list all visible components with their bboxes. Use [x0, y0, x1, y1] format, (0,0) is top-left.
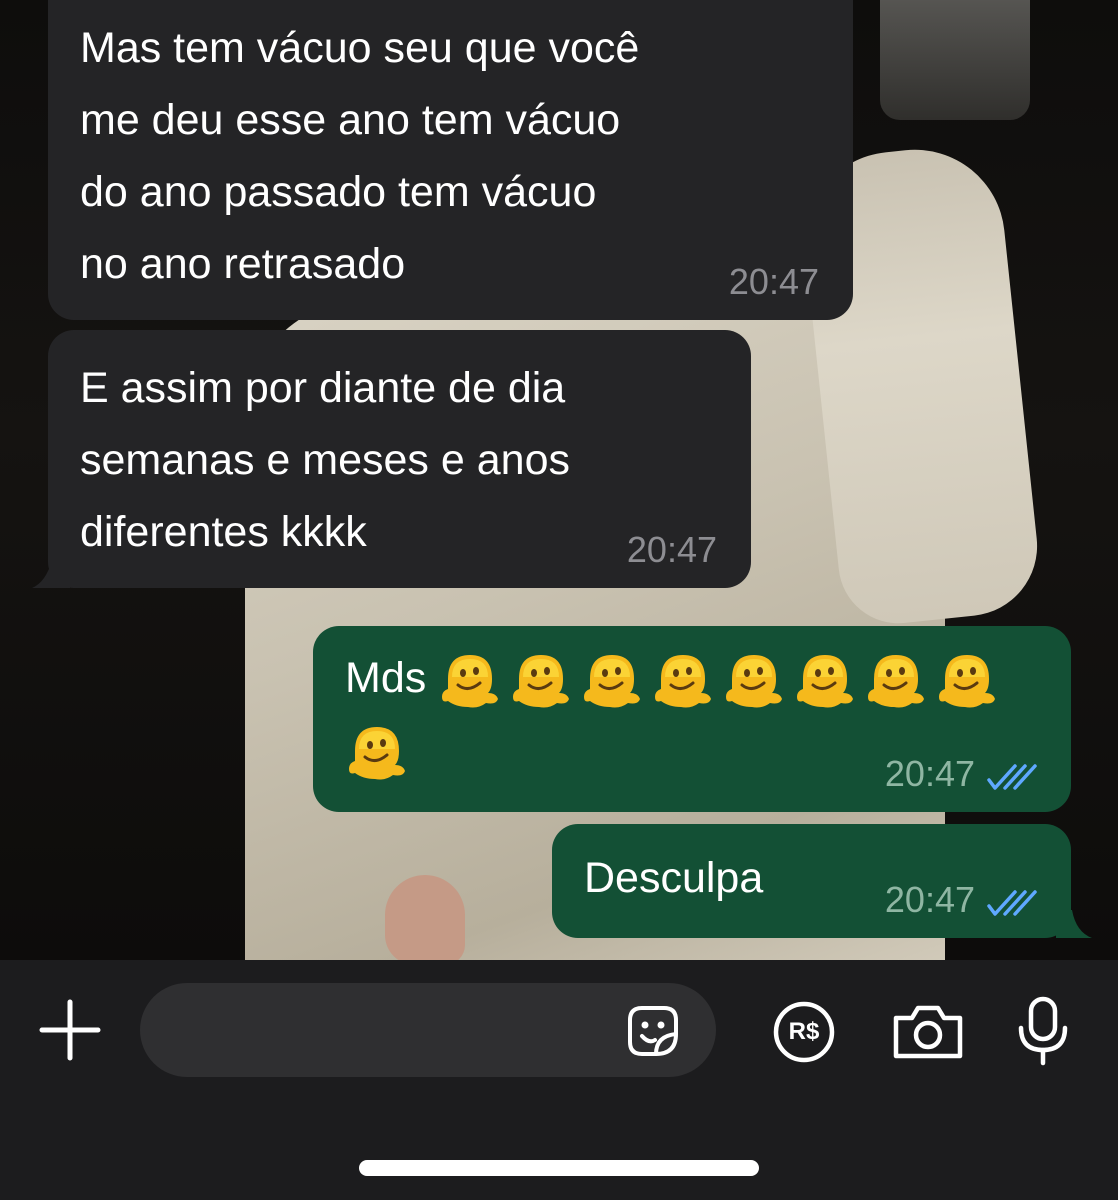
- camera-icon[interactable]: [890, 1004, 966, 1060]
- double-check-icon: [987, 890, 1037, 916]
- melting-face-icon: [868, 654, 925, 708]
- melting-face-icon: [442, 654, 499, 708]
- home-indicator: [359, 1160, 759, 1176]
- message-time: 20:47: [884, 879, 975, 920]
- message-time: 20:47: [884, 753, 975, 794]
- incoming-message[interactable]: E assim por diante de dia semanas e mese…: [48, 330, 751, 588]
- message-text: Mas tem vácuo seu que você me deu esse a…: [80, 24, 640, 288]
- bubble-tail: [1056, 910, 1092, 938]
- bubble-tail: [32, 560, 70, 588]
- sticker-icon[interactable]: [622, 1000, 684, 1062]
- microphone-icon[interactable]: [1016, 996, 1070, 1066]
- incoming-message[interactable]: Mas tem vácuo seu que você me deu esse a…: [48, 0, 853, 320]
- melting-face-icon: [584, 654, 641, 708]
- pix-payment-icon[interactable]: R$: [772, 1000, 836, 1064]
- wallpaper-sink: [880, 0, 1030, 120]
- wallpaper-person-hand: [385, 875, 465, 960]
- message-text: Desculpa: [584, 854, 764, 902]
- melting-face-icon: [726, 654, 783, 708]
- melting-face-icon: [349, 726, 405, 780]
- plus-icon[interactable]: [38, 998, 102, 1062]
- melting-face-icon: [797, 654, 854, 708]
- outgoing-message[interactable]: Desculpa 20:47: [552, 824, 1071, 938]
- melting-face-icon: [655, 654, 712, 708]
- pix-label: R$: [788, 1018, 820, 1045]
- melting-face-icon: [939, 654, 996, 708]
- outgoing-message[interactable]: Mds 20:47: [313, 626, 1071, 812]
- message-time: 20:47: [626, 529, 717, 570]
- double-check-icon: [987, 764, 1037, 790]
- message-text: Mds: [345, 654, 427, 702]
- melting-face-icon: [513, 654, 570, 708]
- message-time: 20:47: [728, 261, 819, 302]
